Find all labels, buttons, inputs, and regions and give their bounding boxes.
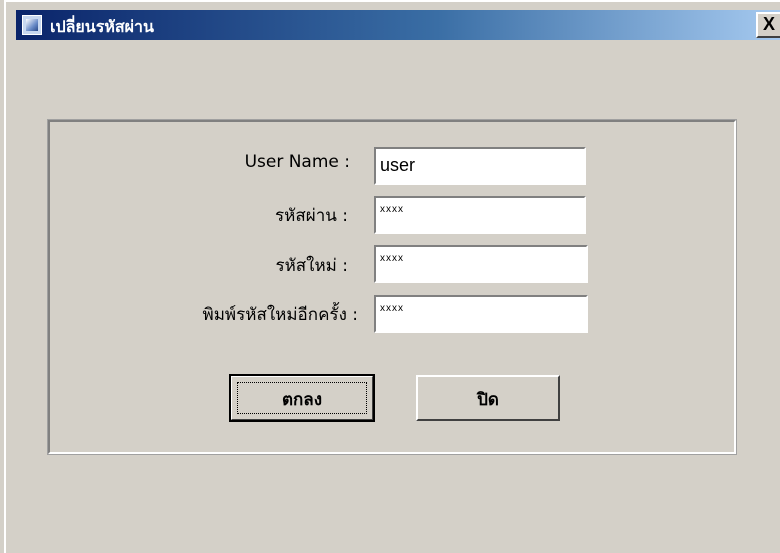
password-label: รหัสผ่าน : — [275, 206, 348, 226]
ok-button[interactable]: ตกลง — [229, 374, 375, 422]
close-window-button[interactable]: X — [756, 12, 780, 38]
confirm-password-input[interactable]: xxxx — [374, 295, 588, 333]
title-bar[interactable]: เปลี่ยนรหัสผ่าน X — [16, 10, 780, 40]
new-password-label: รหัสใหม่ : — [275, 256, 348, 276]
window-title: เปลี่ยนรหัสผ่าน — [50, 17, 154, 36]
confirm-password-label: พิมพ์รหัสใหม่อีกครั้ง : — [202, 305, 358, 325]
close-button-label: ปิด — [477, 390, 499, 410]
close-button[interactable]: ปิด — [416, 375, 560, 421]
username-label: User Name : — [244, 152, 350, 172]
current-password-input[interactable]: xxxx — [374, 196, 586, 234]
new-password-input[interactable]: xxxx — [374, 245, 588, 283]
username-input[interactable]: user — [374, 147, 586, 185]
app-window-icon — [22, 15, 42, 35]
ok-button-label: ตกลง — [281, 390, 323, 410]
close-icon: X — [762, 14, 775, 34]
